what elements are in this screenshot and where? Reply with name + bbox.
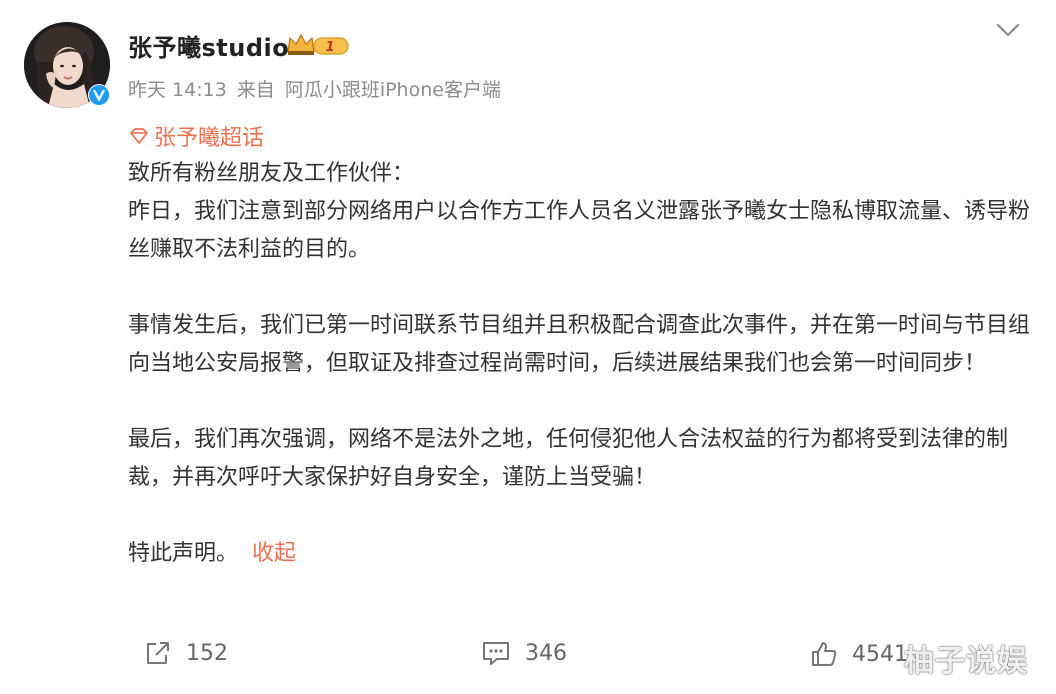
closing-text: 特此声明。: [128, 541, 239, 566]
source-prefix: 来自: [236, 79, 275, 101]
diamond-icon: [130, 128, 148, 144]
comment-icon: [483, 642, 509, 665]
vip-level: 1: [325, 40, 334, 55]
action-bar: 152 346 4541: [0, 640, 1056, 680]
post-time[interactable]: 昨天 14:13: [128, 79, 227, 101]
repost-count: 152: [186, 640, 228, 666]
greeting: 致所有粉丝朋友及工作伙伴：: [128, 161, 415, 186]
comment-count: 346: [525, 640, 567, 666]
username[interactable]: 张予曦studio: [128, 28, 289, 63]
post-source[interactable]: 阿瓜小跟班iPhone客户端: [285, 79, 501, 101]
vip-crown-icon[interactable]: 1: [286, 30, 352, 58]
paragraph-3: 最后，我们再次强调，网络不是法外之地，任何侵犯他人合法权益的行为都将受到法律的制…: [128, 427, 1009, 490]
comment-button[interactable]: 346: [481, 640, 567, 666]
like-button[interactable]: 4541: [810, 640, 908, 668]
like-count: 4541: [852, 641, 908, 667]
repost-icon: [147, 642, 169, 664]
thumbs-up-icon: [812, 642, 837, 666]
verified-icon: [88, 84, 110, 106]
post-meta: 昨天 14:13 来自 阿瓜小跟班iPhone客户端: [128, 75, 511, 102]
paragraph-2: 事情发生后，我们已第一时间联系节目组并且积极配合调查此次事件，并在第一时间与节目…: [128, 313, 1031, 376]
post-content: 致所有粉丝朋友及工作伙伴： 昨日，我们注意到部分网络用户以合作方工作人员名义泄露…: [128, 155, 1033, 573]
watermark: 柚子说娱: [904, 644, 1028, 679]
repost-button[interactable]: 152: [144, 640, 228, 666]
weibo-post: 张予曦studio 1 昨天 14:13 来自 阿瓜小跟班iPhone客户端 张予曦…: [0, 0, 1056, 694]
chevron-down-icon[interactable]: [994, 20, 1022, 40]
supertopic-label: 张予曦超话: [154, 126, 265, 151]
closing-line: 特此声明。 收起: [128, 535, 1033, 573]
supertopic-link[interactable]: 张予曦超话: [128, 120, 264, 152]
collapse-link[interactable]: 收起: [252, 541, 296, 566]
paragraph-1: 昨日，我们注意到部分网络用户以合作方工作人员名义泄露张予曦女士隐私博取流量、诱导…: [128, 199, 1031, 262]
